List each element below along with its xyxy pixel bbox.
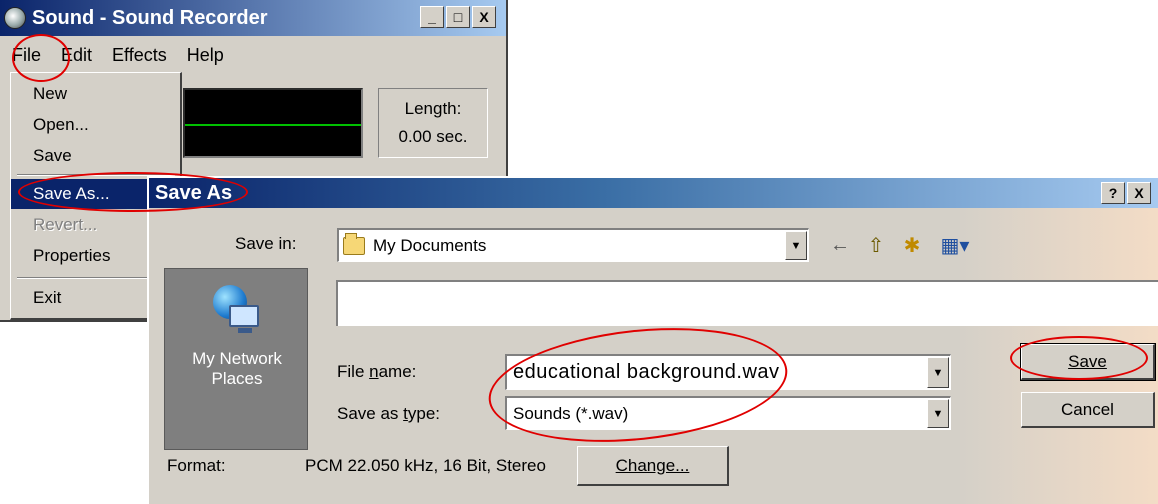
menu-item-new[interactable]: New [11, 79, 179, 109]
new-folder-icon[interactable]: ✱ [897, 230, 927, 260]
menu-edit[interactable]: Edit [51, 45, 102, 66]
places-bar[interactable]: My Network Places [164, 268, 308, 450]
save-type-value: Sounds (*.wav) [513, 403, 629, 423]
file-name-label: File name: [337, 362, 417, 381]
folder-icon [343, 232, 365, 255]
menu-item-save[interactable]: Save [11, 141, 179, 171]
recorder-title-bar[interactable]: Sound - Sound Recorder _ □ X [0, 0, 506, 36]
minimize-button[interactable]: _ [420, 6, 444, 28]
menu-file[interactable]: File [0, 45, 51, 66]
format-label: Format: [167, 456, 226, 475]
network-places-icon [211, 285, 263, 337]
chevron-down-icon[interactable]: ▼ [927, 399, 949, 428]
save-button[interactable]: Save [1020, 343, 1156, 381]
save-button-label: Save [1068, 351, 1107, 371]
file-name-value: educational background.wav [513, 361, 780, 383]
recorder-title: Sound - Sound Recorder [32, 6, 268, 29]
up-folder-icon[interactable]: ⇧ [861, 230, 891, 260]
save-as-title-bar[interactable]: Save As ? X [149, 178, 1158, 208]
chevron-down-icon[interactable]: ▼ [927, 357, 949, 388]
waveform-line [185, 124, 361, 126]
file-list-view[interactable] [336, 280, 1158, 326]
recorder-window-buttons: _ □ X [420, 6, 496, 28]
save-as-dialog: Save As ? X Save in: My Documents ▼ ← ⇧ … [147, 176, 1158, 504]
maximize-button[interactable]: □ [446, 6, 470, 28]
length-label: Length: [404, 99, 462, 118]
chevron-down-icon[interactable]: ▼ [785, 231, 807, 260]
view-menu-icon[interactable]: ▦▾ [935, 230, 975, 260]
recorder-menubar: File Edit Effects Help [0, 40, 506, 70]
help-button[interactable]: ? [1101, 182, 1125, 204]
waveform-display [183, 88, 363, 158]
speaker-app-icon [4, 7, 26, 29]
change-button-label: Change... [615, 455, 690, 475]
length-value: 0.00 sec. [398, 127, 468, 146]
save-type-dropdown[interactable]: Sounds (*.wav) ▼ [505, 396, 951, 430]
change-format-button[interactable]: Change... [577, 446, 729, 486]
menu-effects[interactable]: Effects [102, 45, 177, 66]
save-in-value: My Documents [373, 235, 487, 255]
menu-item-open[interactable]: Open... [11, 110, 179, 140]
places-item-network: My Network Places [192, 349, 282, 388]
length-panel: Length: 0.00 sec. [378, 88, 488, 158]
dialog-title-buttons: ? X [1101, 182, 1151, 204]
file-name-input[interactable]: educational background.wav ▼ [505, 354, 951, 390]
close-button[interactable]: X [472, 6, 496, 28]
save-in-label: Save in: [235, 234, 297, 253]
menu-help[interactable]: Help [177, 45, 234, 66]
dialog-close-button[interactable]: X [1127, 182, 1151, 204]
save-as-title: Save As [155, 181, 233, 204]
format-value: PCM 22.050 kHz, 16 Bit, Stereo [305, 456, 546, 475]
cancel-button[interactable]: Cancel [1021, 392, 1155, 428]
back-icon[interactable]: ← [825, 230, 855, 260]
save-type-label: Save as type: [337, 404, 441, 423]
save-in-dropdown[interactable]: My Documents ▼ [337, 228, 809, 262]
